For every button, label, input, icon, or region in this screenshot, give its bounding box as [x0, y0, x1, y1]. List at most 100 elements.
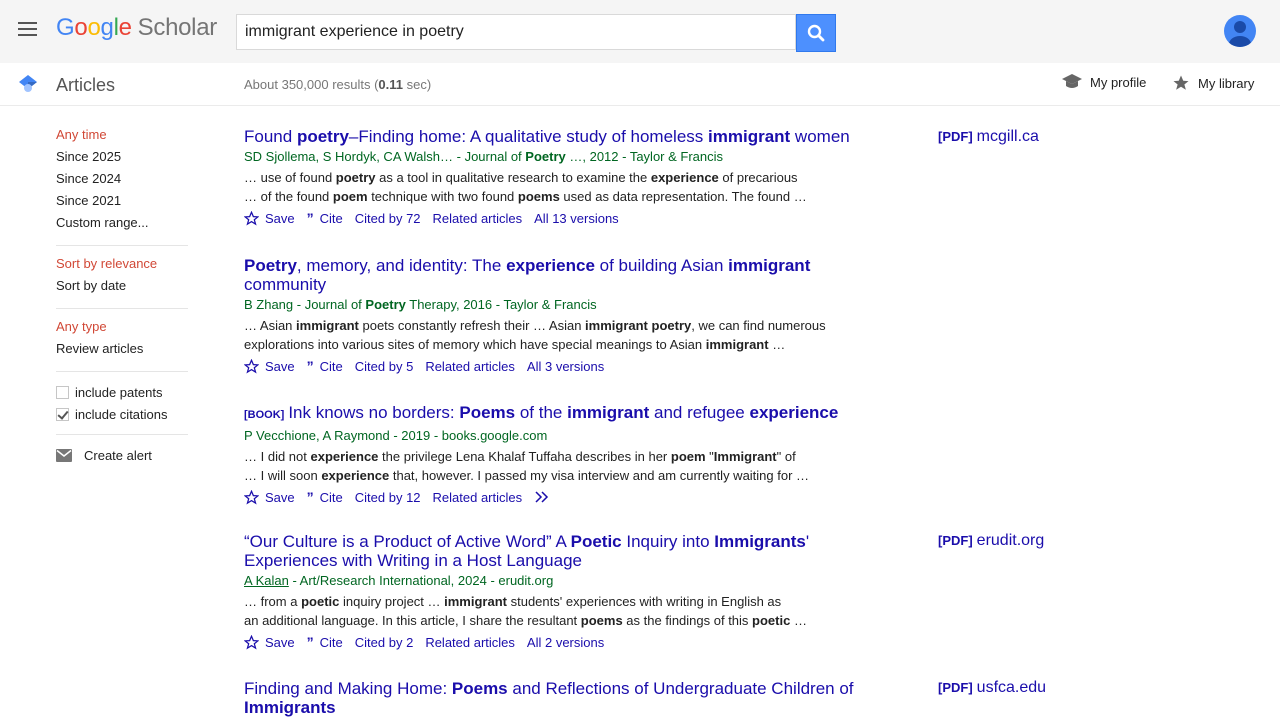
envelope-icon — [56, 448, 72, 462]
cited-by-link[interactable]: Cited by 12 — [355, 490, 421, 505]
result-snippet: … use of found poetry as a tool in quali… — [244, 170, 807, 204]
save-button[interactable]: Save — [244, 358, 295, 374]
result-item: [BOOK] Ink knows no borders: Poems of the… — [244, 403, 884, 506]
checkbox-checked[interactable] — [56, 407, 69, 421]
star-outline-icon — [244, 210, 259, 226]
related-articles-link[interactable]: Related articles — [433, 490, 523, 505]
more-options-icon[interactable] — [534, 491, 550, 503]
cite-button[interactable]: ” Cite — [307, 358, 343, 374]
create-alert-label: Create alert — [84, 447, 152, 463]
divider — [56, 245, 188, 246]
pdf-source-link[interactable]: [PDF] mcgill.ca — [938, 128, 1039, 146]
all-versions-link[interactable]: All 2 versions — [527, 635, 604, 650]
include-patents-checkbox[interactable]: include patents — [56, 381, 188, 403]
user-icon — [1229, 21, 1251, 47]
related-articles-link[interactable]: Related articles — [425, 359, 515, 374]
result-title[interactable]: Finding and Making Home: Poems and Refle… — [244, 679, 884, 717]
search-button[interactable] — [796, 14, 836, 52]
star-outline-icon — [244, 634, 259, 650]
cited-by-link[interactable]: Cited by 5 — [355, 359, 414, 374]
sub-header: Articles About 350,000 results (0.11 sec… — [0, 63, 1280, 106]
pdf-source-link[interactable]: [PDF] usfca.edu — [938, 679, 1046, 697]
pdf-tag: [PDF] — [938, 533, 973, 548]
quote-icon: ” — [306, 210, 314, 226]
result-snippet: … from a poetic inquiry project … immigr… — [244, 594, 807, 628]
all-versions-link[interactable]: All 3 versions — [527, 359, 604, 374]
cited-by-link[interactable]: Cited by 72 — [355, 211, 421, 226]
save-button[interactable]: Save — [244, 210, 295, 226]
source-domain: mcgill.ca — [976, 128, 1039, 145]
divider — [56, 434, 188, 435]
result-authors: SD Sjollema, S Hordyk, CA Walsh… - Journ… — [244, 149, 724, 164]
result-title[interactable]: [BOOK] Ink knows no borders: Poems of the… — [244, 403, 884, 425]
filter-any-time[interactable]: Any time — [56, 126, 188, 148]
my-profile-label: My profile — [1090, 74, 1147, 90]
filter-since-2024[interactable]: Since 2024 — [56, 170, 188, 192]
result-item: “Our Culture is a Product of Active Word… — [244, 532, 884, 651]
result-item: Found poetry–Finding home: A qualitative… — [244, 127, 884, 227]
result-authors: A Kalan - Art/Research International, 20… — [244, 573, 554, 588]
include-citations-label: include citations — [75, 406, 168, 422]
cite-button[interactable]: ” Cite — [307, 489, 343, 505]
cite-button[interactable]: ” Cite — [307, 634, 343, 650]
related-articles-link[interactable]: Related articles — [425, 635, 515, 650]
sort-by-relevance[interactable]: Sort by relevance — [56, 255, 188, 277]
result-title[interactable]: Found poetry–Finding home: A qualitative… — [244, 127, 884, 146]
filter-any-type[interactable]: Any type — [56, 318, 188, 340]
result-title[interactable]: “Our Culture is a Product of Active Word… — [244, 532, 884, 570]
quote-icon: ” — [306, 634, 314, 650]
result-actions: Save ” Cite Cited by 12 Related articles — [244, 488, 884, 506]
result-actions: Save ” Cite Cited by 72 Related articles … — [244, 209, 884, 227]
google-scholar-logo[interactable]: Google Scholar — [56, 14, 217, 42]
result-title[interactable]: Poetry, memory, and identity: The experi… — [244, 256, 884, 294]
filter-since-2021[interactable]: Since 2021 — [56, 192, 188, 214]
cited-by-link[interactable]: Cited by 2 — [355, 635, 414, 650]
all-versions-link[interactable]: All 13 versions — [534, 211, 619, 226]
result-snippet: … I did not experience the privilege Len… — [244, 449, 810, 483]
filter-custom-range[interactable]: Custom range... — [56, 214, 188, 236]
section-title: Articles — [56, 75, 116, 95]
result-authors: P Vecchione, A Raymond - 2019 - books.go… — [244, 428, 548, 443]
result-actions: Save ” Cite Cited by 2 Related articles A… — [244, 633, 884, 651]
my-profile-link[interactable]: My profile — [1062, 74, 1146, 90]
cite-button[interactable]: ” Cite — [307, 210, 343, 226]
source-domain: usfca.edu — [976, 679, 1047, 696]
checkbox-unchecked[interactable] — [56, 385, 69, 399]
source-domain: erudit.org — [976, 532, 1045, 549]
save-button[interactable]: Save — [244, 634, 295, 650]
pdf-tag: [PDF] — [938, 129, 973, 144]
logo-scholar-text: Scholar — [137, 14, 218, 41]
quote-icon: ” — [306, 489, 314, 505]
my-library-link[interactable]: My library — [1172, 74, 1254, 92]
include-citations-checkbox[interactable]: include citations — [56, 403, 188, 425]
star-outline-icon — [244, 489, 259, 505]
pdf-tag: [PDF] — [938, 680, 973, 695]
book-tag: [BOOK] — [244, 409, 285, 421]
star-outline-icon — [244, 358, 259, 374]
account-avatar[interactable] — [1224, 15, 1256, 47]
my-library-label: My library — [1198, 75, 1255, 91]
top-bar: Google Scholar — [0, 0, 1280, 63]
divider — [56, 371, 188, 372]
include-patents-label: include patents — [75, 384, 163, 400]
filter-review-articles[interactable]: Review articles — [56, 340, 188, 362]
create-alert-button[interactable]: Create alert — [56, 444, 188, 466]
search-box — [236, 14, 796, 50]
result-item: Poetry, memory, and identity: The experi… — [244, 256, 884, 375]
save-button[interactable]: Save — [244, 489, 295, 505]
quote-icon: ” — [306, 358, 314, 374]
related-articles-link[interactable]: Related articles — [433, 211, 523, 226]
result-authors: B Zhang - Journal of Poetry Therapy, 201… — [244, 297, 597, 312]
result-snippet: … Asian immigrant poets constantly refre… — [244, 318, 826, 352]
divider — [56, 308, 188, 309]
hamburger-menu-icon[interactable] — [18, 22, 37, 38]
filter-since-2025[interactable]: Since 2025 — [56, 148, 188, 170]
sort-by-date[interactable]: Sort by date — [56, 277, 188, 299]
filter-sidebar: Any time Since 2025 Since 2024 Since 202… — [56, 126, 188, 466]
logo-google-text: Google — [56, 14, 132, 41]
scholar-cap-icon — [19, 75, 37, 92]
pdf-source-link[interactable]: [PDF] erudit.org — [938, 532, 1044, 550]
result-item: Finding and Making Home: Poems and Refle… — [244, 679, 884, 717]
search-input[interactable] — [237, 15, 793, 49]
search-icon — [807, 24, 825, 42]
